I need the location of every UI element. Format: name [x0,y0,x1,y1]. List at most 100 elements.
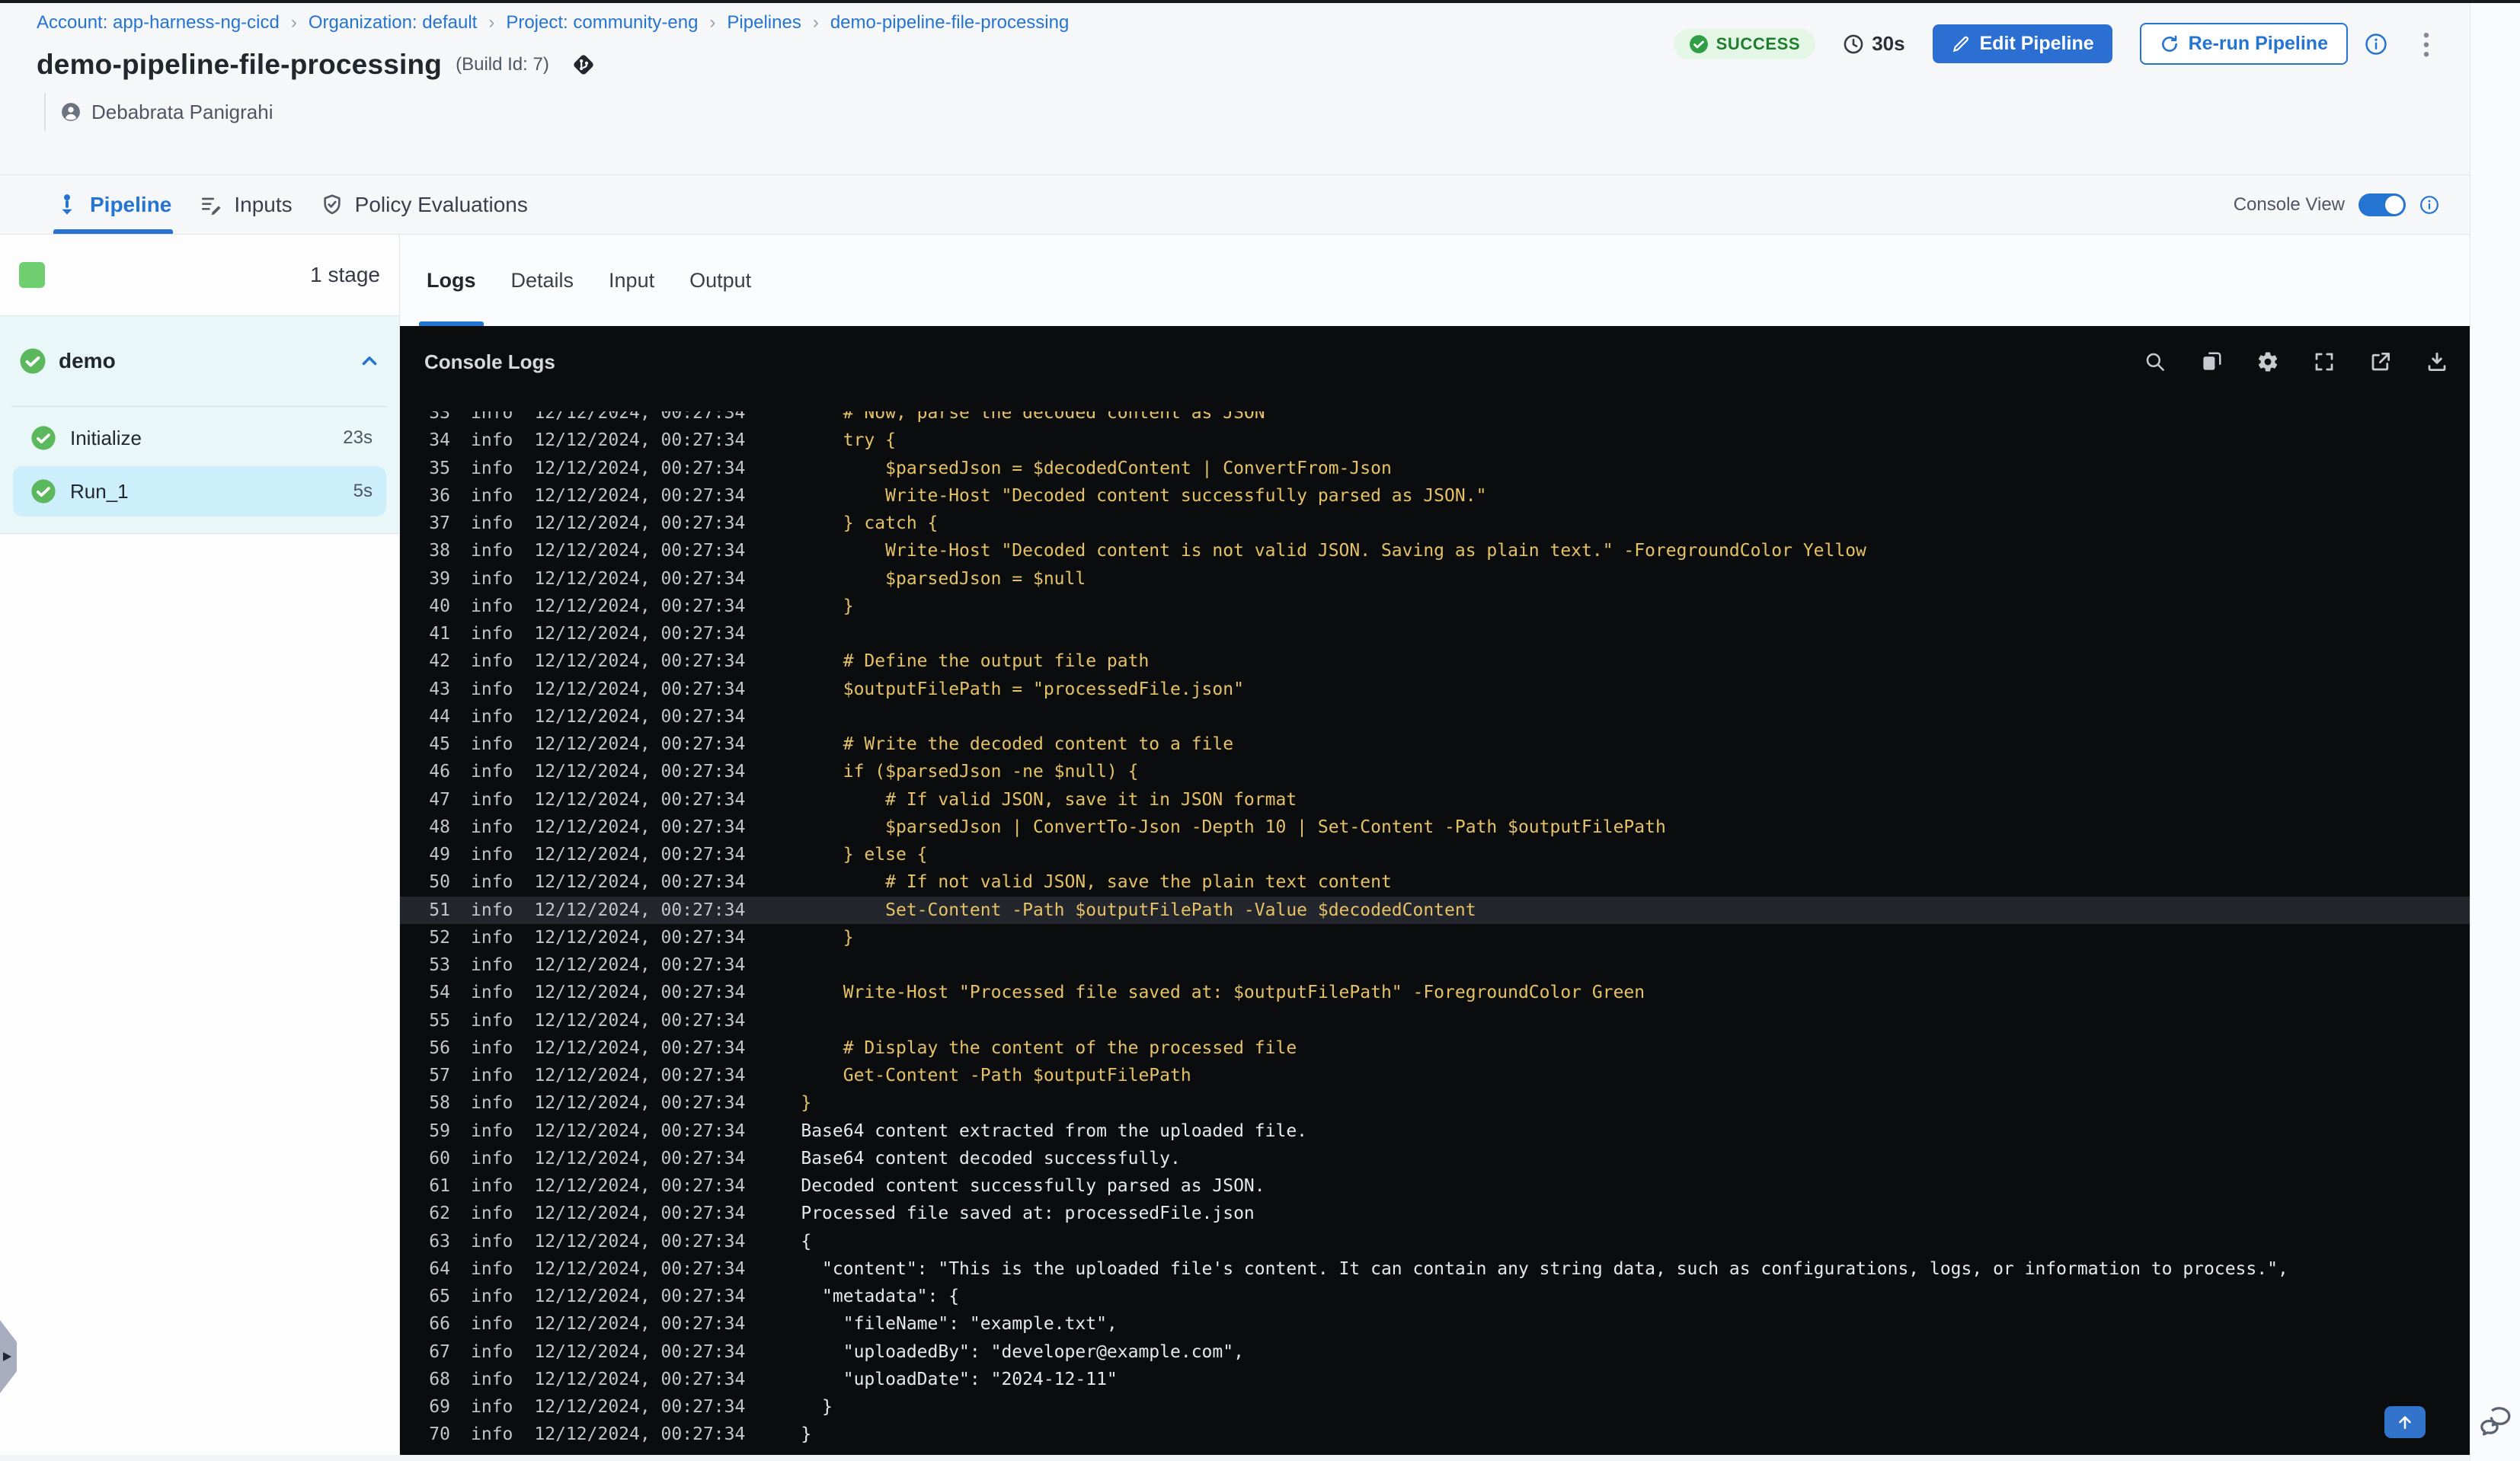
scroll-to-top-button[interactable] [2384,1406,2426,1438]
log-line-number: 41 [429,624,450,644]
breadcrumb-link[interactable]: demo-pipeline-file-processing [830,12,1070,34]
log-line-number: 61 [429,1176,450,1196]
log-message: } [801,1424,812,1445]
log-severity: info [471,1397,513,1417]
log-severity: info [471,845,513,865]
log-timestamp: 12/12/2024, 00:27:34 [534,927,746,948]
breadcrumb-link[interactable]: Account: app-harness-ng-cicd [37,12,280,34]
settings-icon[interactable] [2256,350,2279,373]
log-severity: info [471,1204,513,1224]
log-line-number: 48 [429,817,450,837]
step-row-initialize[interactable]: Initialize 23s [13,413,386,463]
log-timestamp: 12/12/2024, 00:27:34 [534,900,746,920]
step-row-run_1[interactable]: Run_1 5s [13,466,386,516]
log-line: 49 info 12/12/2024, 00:27:34 } else { [400,841,2470,868]
breadcrumb-link[interactable]: Project: community-eng [506,12,698,34]
log-line-number: 63 [429,1231,450,1252]
copy-icon[interactable] [2200,350,2223,373]
log-line: 40 info 12/12/2024, 00:27:34 } [400,593,2470,620]
log-line-number: 43 [429,679,450,699]
edit-pipeline-button[interactable]: Edit Pipeline [1932,24,2112,63]
log-line: 69 info 12/12/2024, 00:27:34 } [400,1393,2470,1421]
log-line-number: 44 [429,706,450,727]
log-message: $parsedJson = $decodedContent | ConvertF… [801,458,1392,478]
log-line-number: 69 [429,1397,450,1417]
log-timestamp: 12/12/2024, 00:27:34 [534,430,746,451]
open-in-new-icon[interactable] [2369,350,2392,373]
log-line: 55 info 12/12/2024, 00:27:34 [400,1007,2470,1034]
log-timestamp: 12/12/2024, 00:27:34 [534,411,746,423]
check-circle-icon [30,425,56,451]
step-name: Run_1 [70,479,129,503]
info-icon[interactable] [2365,33,2387,56]
breadcrumb-separator: › [290,12,297,33]
log-severity: info [471,900,513,920]
rerun-pipeline-button[interactable]: Re-run Pipeline [2139,23,2348,65]
console-tab-logs[interactable]: Logs [419,235,484,326]
tab-policy-evaluations[interactable]: Policy Evaluations [318,175,529,234]
log-message: } [801,927,854,948]
log-line: 59 info 12/12/2024, 00:27:34 Base64 content… [400,1117,2470,1145]
log-line-number: 49 [429,845,450,865]
log-line: 62 info 12/12/2024, 00:27:34 Processed file… [400,1200,2470,1227]
log-line: 42 info 12/12/2024, 00:27:34 # Define the … [400,647,2470,675]
stage-group-row[interactable]: demo [0,316,399,406]
log-line: 67 info 12/12/2024, 00:27:34 "uploadedBy":… [400,1338,2470,1366]
search-icon[interactable] [2144,350,2167,373]
log-line-number: 66 [429,1314,450,1335]
check-circle-icon [30,478,56,504]
log-line-number: 60 [429,1148,450,1168]
author-name: Debabrata Panigrahi [91,100,273,123]
log-line: 70 info 12/12/2024, 00:27:34} [400,1421,2470,1448]
log-line: 66 info 12/12/2024, 00:27:34 "fileName": "… [400,1310,2470,1338]
log-line: 68 info 12/12/2024, 00:27:34 "uploadDate":… [400,1366,2470,1393]
chevron-up-icon[interactable] [359,350,380,372]
log-timestamp: 12/12/2024, 00:27:34 [534,734,746,754]
log-viewport[interactable]: 33 info 12/12/2024, 00:27:34 # Now, parse … [400,411,2470,1455]
log-timestamp: 12/12/2024, 00:27:34 [534,955,746,975]
fullscreen-icon[interactable] [2313,350,2336,373]
log-severity: info [471,1369,513,1389]
info-icon[interactable] [2419,195,2439,215]
console-view-toggle[interactable] [2359,193,2406,216]
inputs-icon [199,193,223,217]
log-line: 50 info 12/12/2024, 00:27:34 # If not vali… [400,868,2470,896]
log-line: 53 info 12/12/2024, 00:27:34 [400,951,2470,979]
log-message: Base64 content decoded successfully. [801,1148,1181,1168]
log-line-number: 52 [429,927,450,948]
console-tab-details[interactable]: Details [504,235,582,326]
log-line-number: 59 [429,1121,450,1141]
kebab-menu-icon[interactable] [2415,30,2438,58]
log-severity: info [471,872,513,893]
step-list: Initialize 23s Run_1 5s [0,413,399,516]
tab-pipeline[interactable]: Pipeline [53,175,174,234]
log-message: { [801,1231,812,1252]
log-message: # If not valid JSON, save the plain text… [801,872,1392,893]
log-line: 39 info 12/12/2024, 00:27:34 $parsedJson =… [400,565,2470,593]
log-severity: info [471,485,513,506]
stage-group: demo Initialize 23s Run_1 5s [0,316,399,534]
help-chat-icon[interactable] [2478,1405,2513,1440]
active-tab-underline [53,229,174,234]
tab-label: Inputs [234,192,293,216]
log-message: } else { [801,845,928,865]
console-panel: Console Logs 33 info 12/12/2024, 00:27:34 … [400,326,2470,1455]
breadcrumb-link[interactable]: Organization: default [309,12,477,34]
check-circle-icon [19,347,46,375]
log-line: 41 info 12/12/2024, 00:27:34 [400,620,2470,647]
tab-inputs[interactable]: Inputs [197,175,293,234]
breadcrumb-link[interactable]: Pipelines [727,12,801,34]
log-timestamp: 12/12/2024, 00:27:34 [534,1341,746,1362]
log-timestamp: 12/12/2024, 00:27:34 [534,789,746,810]
log-line: 33 info 12/12/2024, 00:27:34 # Now, parse … [400,411,2470,427]
console-tab-output[interactable]: Output [682,235,759,326]
download-icon[interactable] [2426,350,2448,373]
check-circle-icon [1689,34,1709,54]
console-tab-input[interactable]: Input [601,235,662,326]
pipeline-execution-page: Account: app-harness-ng-cicd › Organizatio… [0,0,2520,1461]
log-timestamp: 12/12/2024, 00:27:34 [534,706,746,727]
status-badge: SUCCESS [1673,28,1816,59]
log-timestamp: 12/12/2024, 00:27:34 [534,1204,746,1224]
console-tab-label: Input [609,268,655,292]
log-severity: info [471,679,513,699]
